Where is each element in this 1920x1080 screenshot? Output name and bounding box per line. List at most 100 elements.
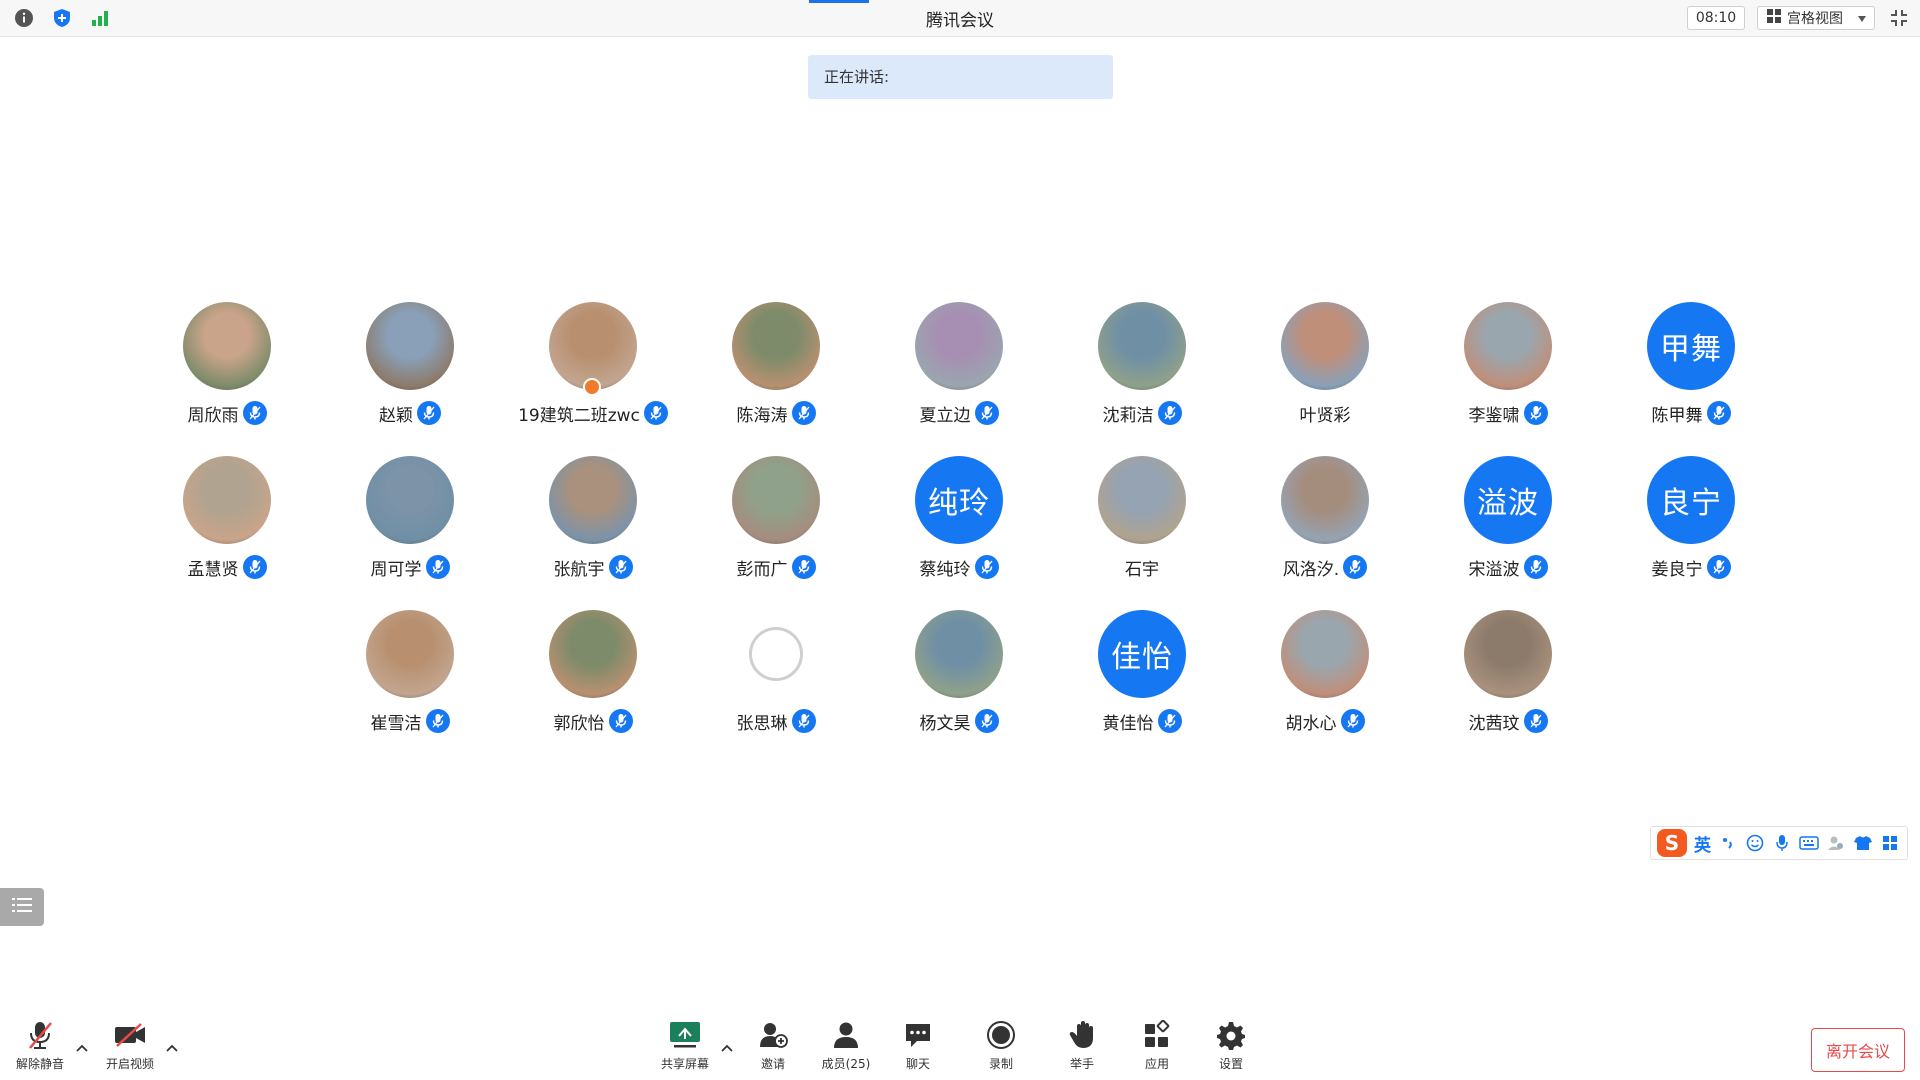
- list-toggle-button[interactable]: [0, 888, 44, 926]
- participant-tile[interactable]: 郭欣怡: [503, 610, 683, 750]
- participant-tile[interactable]: 孟慧贤: [137, 456, 317, 596]
- participant-name-row: 宋溢波: [1418, 554, 1598, 580]
- participant-tile[interactable]: 甲舞 陈甲舞: [1601, 302, 1781, 442]
- participant-tile[interactable]: 沈莉洁: [1052, 302, 1232, 442]
- participant-avatar: 良宁: [1647, 456, 1735, 544]
- participant-avatar: [1098, 302, 1186, 390]
- muted-mic-icon: [1706, 555, 1731, 579]
- members-label: 成员(25): [821, 1057, 871, 1071]
- ime-language-toggle[interactable]: 英: [1694, 831, 1711, 856]
- raise-hand-button[interactable]: 举手: [1047, 1018, 1117, 1080]
- participant-tile[interactable]: 良宁 姜良宁: [1601, 456, 1781, 596]
- participant-name-row: 彭而广: [686, 554, 866, 580]
- muted-mic-icon: [608, 709, 633, 733]
- share-options-caret[interactable]: [719, 1040, 735, 1056]
- participant-tile[interactable]: 石宇: [1052, 456, 1232, 596]
- participant-name: 周可学: [370, 559, 422, 580]
- participant-name: 黄佳怡: [1102, 713, 1154, 734]
- participant-name-row: 杨文昊: [869, 708, 1049, 734]
- participant-avatar: [1281, 302, 1369, 390]
- muted-mic-icon: [791, 555, 816, 579]
- participant-avatar: [183, 456, 271, 544]
- participant-name-row: 沈莉洁: [1052, 400, 1232, 426]
- ime-toolbar[interactable]: S 英: [1650, 826, 1908, 860]
- muted-mic-icon: [242, 555, 267, 579]
- info-icon[interactable]: [13, 7, 35, 29]
- unmute-label: 解除静音: [15, 1057, 64, 1071]
- audio-options-caret[interactable]: [74, 1040, 90, 1056]
- participant-name-row: 陈海涛: [686, 400, 866, 426]
- participant-tile[interactable]: 胡水心: [1235, 610, 1415, 750]
- start-video-button[interactable]: 开启视频: [95, 1018, 165, 1080]
- participant-name: 19建筑二班zwc: [518, 405, 640, 426]
- user-account-icon[interactable]: [1826, 833, 1846, 853]
- signal-strength-icon[interactable]: [89, 7, 111, 29]
- participant-tile[interactable]: 佳怡 黄佳怡: [1052, 610, 1232, 750]
- video-options-caret[interactable]: [164, 1040, 180, 1056]
- muted-mic-icon: [1523, 709, 1548, 733]
- participant-name-row: 19建筑二班zwc: [503, 400, 683, 426]
- emoji-icon[interactable]: [1745, 833, 1765, 853]
- toolbox-grid-icon[interactable]: [1880, 833, 1900, 853]
- participant-name: 周欣雨: [187, 405, 239, 426]
- participant-tile[interactable]: 风洛汐.: [1235, 456, 1415, 596]
- participant-avatar: [549, 610, 637, 698]
- chat-button[interactable]: 聊天: [883, 1018, 953, 1080]
- participant-tile[interactable]: 李鉴啸: [1418, 302, 1598, 442]
- participant-tile[interactable]: 纯玲 蔡纯玲: [869, 456, 1049, 596]
- participant-tile[interactable]: 崔雪洁: [320, 610, 500, 750]
- members-button[interactable]: 成员(25): [811, 1018, 881, 1080]
- share-screen-button[interactable]: 共享屏幕: [650, 1018, 720, 1080]
- record-button[interactable]: 录制: [966, 1018, 1036, 1080]
- participant-tile[interactable]: 沈茜玟: [1418, 610, 1598, 750]
- participant-tile[interactable]: 陈海涛: [686, 302, 866, 442]
- settings-label: 设置: [1218, 1057, 1243, 1071]
- participant-name: 风洛汐.: [1282, 559, 1340, 580]
- participant-name: 陈海涛: [736, 405, 788, 426]
- participant-name: 郭欣怡: [553, 713, 605, 734]
- participant-tile[interactable]: 赵颖: [320, 302, 500, 442]
- participant-avatar: [1281, 456, 1369, 544]
- apps-button[interactable]: 应用: [1122, 1018, 1192, 1080]
- title-bar: 腾讯会议 08:10 宫格视图: [0, 0, 1920, 37]
- sogou-logo-icon[interactable]: S: [1657, 829, 1687, 857]
- invite-button[interactable]: 邀请: [738, 1018, 808, 1080]
- leave-meeting-button[interactable]: 离开会议: [1811, 1028, 1905, 1072]
- participant-tile[interactable]: 溢波 宋溢波: [1418, 456, 1598, 596]
- participant-name-row: 张航宇: [503, 554, 683, 580]
- participant-tile[interactable]: 夏立边: [869, 302, 1049, 442]
- participant-avatar: [1464, 302, 1552, 390]
- participant-name-row: 周欣雨: [137, 400, 317, 426]
- participant-name: 石宇: [1125, 559, 1159, 580]
- exit-fullscreen-icon[interactable]: [1888, 7, 1910, 29]
- gear-icon: [1214, 1018, 1248, 1052]
- host-badge-icon: [583, 378, 601, 396]
- participant-tile[interactable]: 杨文昊: [869, 610, 1049, 750]
- participant-tile[interactable]: 彭而广: [686, 456, 866, 596]
- participant-tile[interactable]: 张思琳: [686, 610, 866, 750]
- grid-view-icon: [1766, 8, 1782, 28]
- participant-avatar: 纯玲: [915, 456, 1003, 544]
- view-mode-dropdown[interactable]: 宫格视图: [1757, 6, 1875, 30]
- participant-tile[interactable]: 周可学: [320, 456, 500, 596]
- muted-mic-icon: [791, 401, 816, 425]
- record-label: 录制: [988, 1057, 1013, 1071]
- participant-avatar: [549, 302, 637, 390]
- participant-avatar: [549, 456, 637, 544]
- unmute-button[interactable]: 解除静音: [5, 1018, 75, 1080]
- participant-tile[interactable]: 张航宇: [503, 456, 683, 596]
- participant-tile[interactable]: 叶贤彩: [1235, 302, 1415, 442]
- skin-shirt-icon[interactable]: [1853, 833, 1873, 853]
- participant-tile[interactable]: 19建筑二班zwc: [503, 302, 683, 442]
- participant-name: 彭而广: [736, 559, 788, 580]
- muted-mic-icon: [643, 401, 668, 425]
- keyboard-icon[interactable]: [1799, 833, 1819, 853]
- participant-name: 赵颖: [379, 405, 413, 426]
- participant-tile[interactable]: 周欣雨: [137, 302, 317, 442]
- voice-input-icon[interactable]: [1772, 833, 1792, 853]
- muted-mic-icon: [417, 401, 441, 425]
- punctuation-icon[interactable]: [1718, 833, 1738, 853]
- invite-user-icon: [756, 1018, 790, 1052]
- security-shield-icon[interactable]: [51, 7, 73, 29]
- settings-button[interactable]: 设置: [1196, 1018, 1266, 1080]
